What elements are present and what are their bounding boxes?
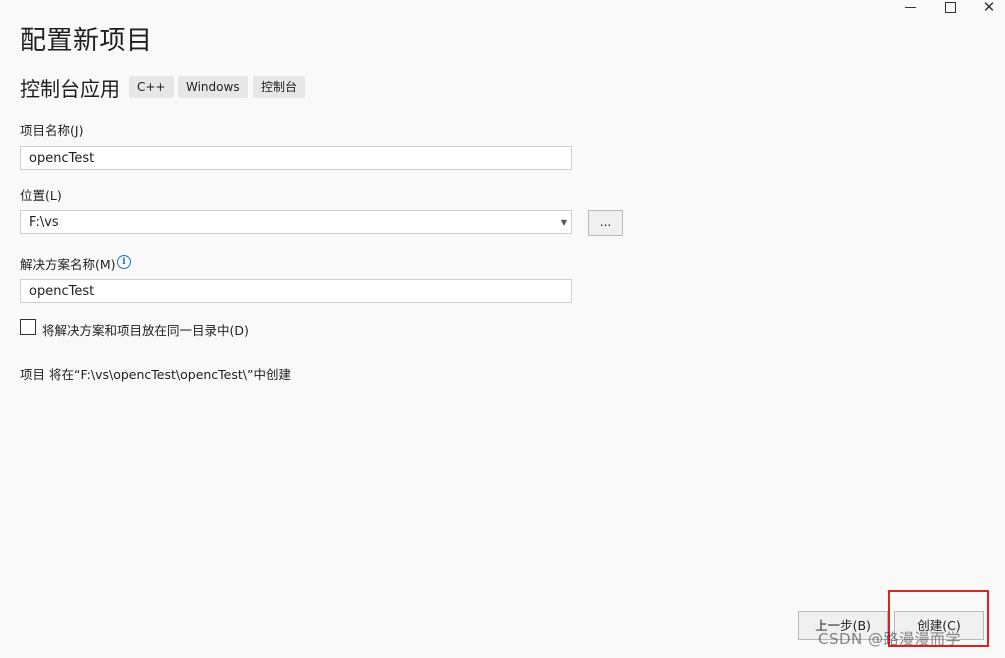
project-name-input[interactable]: opencTest: [20, 146, 572, 170]
minimize-button[interactable]: [890, 0, 930, 14]
watermark: CSDN @路漫漫而学: [818, 630, 962, 648]
maximize-button[interactable]: [930, 0, 970, 14]
minimize-icon: [904, 6, 916, 8]
location-label: 位置(L): [20, 188, 62, 203]
tag-cpp: C++: [129, 76, 174, 98]
page-title: 配置新项目: [20, 26, 153, 56]
location-value: F:\vs: [29, 215, 59, 230]
info-icon[interactable]: i: [117, 255, 131, 269]
solution-name-input[interactable]: opencTest: [20, 279, 572, 303]
template-name: 控制台应用: [20, 77, 120, 101]
tag-windows: Windows: [178, 76, 248, 98]
close-icon: ✕: [982, 0, 996, 16]
same-directory-checkbox[interactable]: [20, 319, 36, 335]
solution-name-label: 解决方案名称(M): [20, 257, 116, 272]
location-combobox[interactable]: F:\vs ▼: [20, 210, 572, 234]
tag-console: 控制台: [253, 76, 306, 98]
same-directory-label[interactable]: 将解决方案和项目放在同一目录中(D): [42, 320, 249, 339]
dropdown-arrow-icon[interactable]: ▼: [561, 211, 567, 235]
close-button[interactable]: ✕: [969, 0, 1005, 16]
create-path-info: 项目 将在“F:\vs\opencTest\opencTest\”中创建: [20, 367, 291, 382]
project-name-label: 项目名称(J): [20, 123, 84, 138]
maximize-icon: [944, 1, 956, 13]
browse-button[interactable]: ...: [588, 210, 623, 236]
